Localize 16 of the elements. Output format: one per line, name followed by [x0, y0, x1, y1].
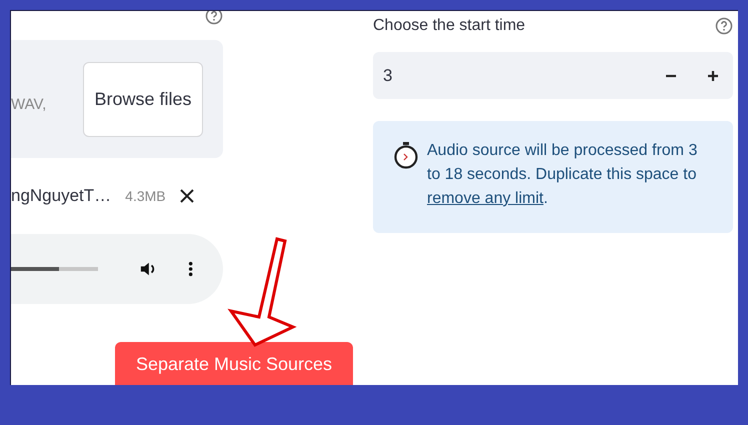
help-icon[interactable] — [715, 17, 733, 35]
field-label: Choose the start time — [373, 17, 526, 35]
number-input[interactable]: 3 — [373, 52, 733, 99]
progress-track[interactable] — [11, 267, 98, 271]
close-icon[interactable] — [180, 189, 194, 203]
browse-files-button[interactable]: Browse files — [83, 62, 203, 136]
stopwatch-icon — [393, 141, 419, 169]
file-size: 4.3MB — [125, 188, 166, 204]
plus-icon[interactable] — [707, 70, 719, 82]
more-icon[interactable] — [188, 260, 193, 278]
file-dropzone[interactable]: WAV, Browse files — [11, 40, 223, 158]
file-name: ngNguyetT… — [11, 186, 112, 206]
help-icon[interactable] — [205, 11, 223, 25]
remove-limit-link[interactable]: remove any limit — [427, 190, 544, 207]
info-text: Audio source will be processed from 3 to 18 seconds. Duplicate this space to remove any limit. — [427, 141, 698, 209]
format-hint: WAV, — [11, 96, 46, 112]
